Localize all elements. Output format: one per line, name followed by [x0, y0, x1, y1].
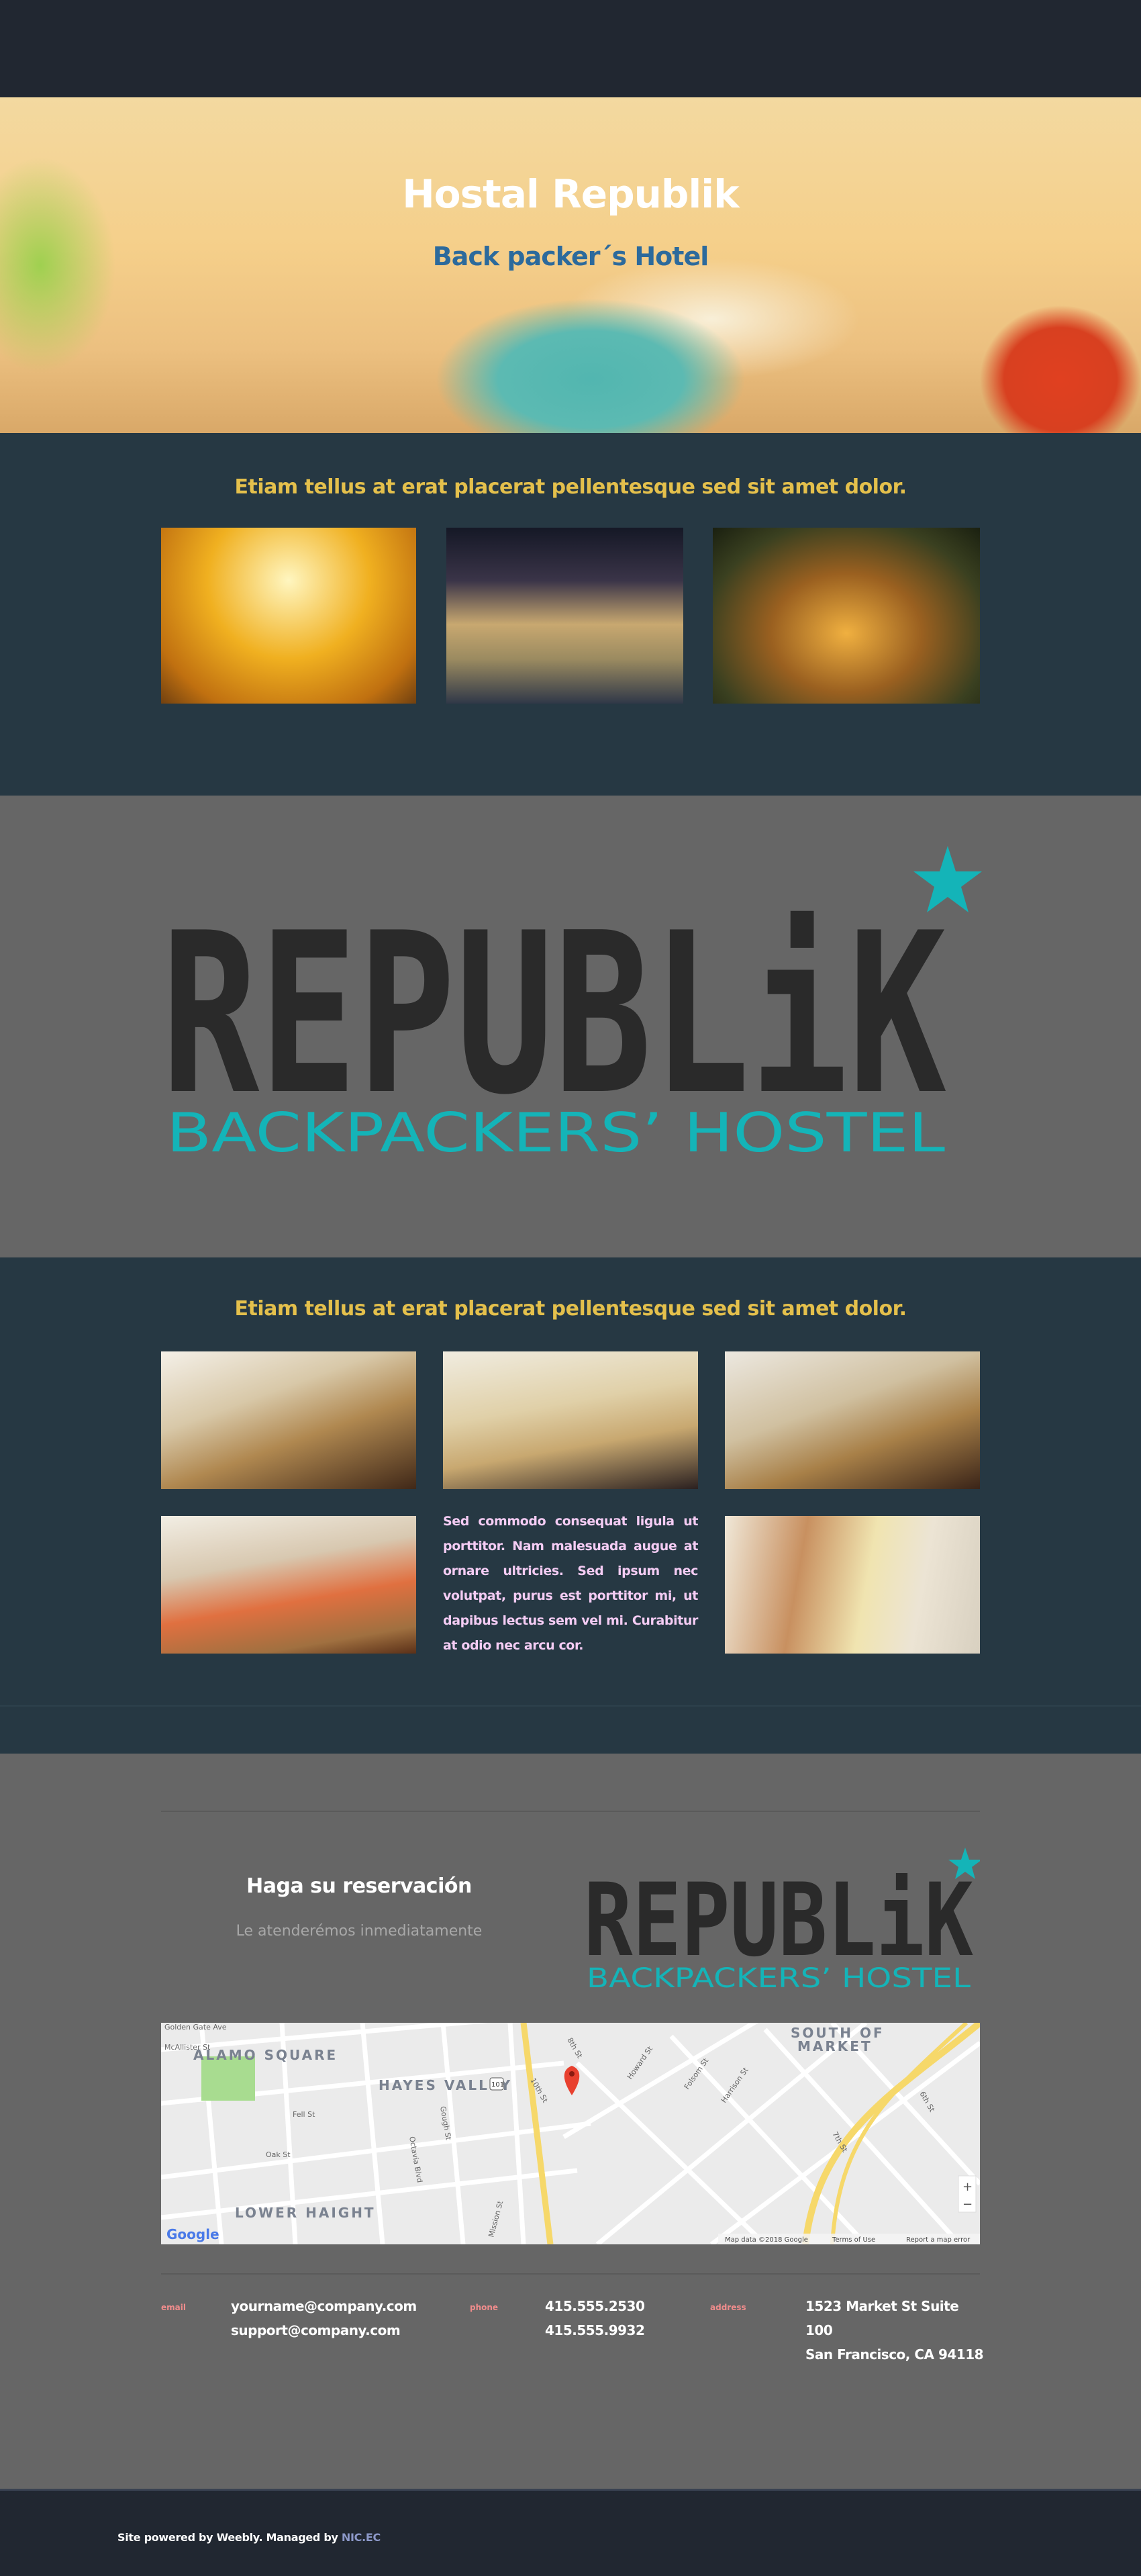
google-logo: Google: [166, 2226, 219, 2242]
logo-section: REPUBLiK BACKPACKERS’ HOSTEL: [0, 796, 1141, 1257]
reservation-title: Haga su reservación: [246, 1874, 472, 1898]
map-label: LOWER HAIGHT: [235, 2205, 376, 2221]
republik-logo: REPUBLiK BACKPACKERS’ HOSTEL: [161, 846, 982, 1164]
address-line: 100: [805, 2322, 833, 2338]
photo-lobby: [161, 528, 416, 704]
map-terms-link[interactable]: Terms of Use: [832, 2236, 875, 2244]
google-map[interactable]: ALAMO SQUARE HAYES VALLEY LOWER HAIGHT S…: [161, 2023, 980, 2244]
address: 1523 Market St Suite 100 San Francisco, …: [805, 2294, 984, 2367]
gallery-section-2: [0, 1257, 1141, 1754]
hero-subtitle: Back packer´s Hotel: [432, 242, 709, 271]
address-label: address: [710, 2303, 746, 2312]
phone-label: phone: [470, 2303, 499, 2312]
map-label: Golden Gate Ave: [164, 2023, 227, 2032]
address-line: San Francisco, CA 94118: [805, 2346, 984, 2363]
divider: [161, 1811, 980, 1812]
top-header-bar: [0, 0, 1141, 97]
map-attribution: Map data ©2018 Google: [725, 2236, 808, 2244]
map-label: ALAMO SQUARE: [193, 2047, 338, 2063]
email-link[interactable]: yourname@company.com: [231, 2294, 417, 2318]
footer-credit: Site powered by Weebly. Managed by NIC.E…: [117, 2531, 381, 2544]
map-label: McAllister St: [164, 2043, 211, 2052]
email-label: email: [161, 2303, 186, 2312]
photo-hallway: [725, 1516, 980, 1654]
highway-shield: 101: [491, 2081, 504, 2089]
email-link[interactable]: support@company.com: [231, 2318, 417, 2342]
map-label: Howard St: [626, 2044, 655, 2081]
zoom-out-button[interactable]: −: [962, 2197, 973, 2211]
logo-wordmark-small: REPUBLiK: [584, 1862, 973, 1979]
photo-room-3: [725, 1351, 980, 1489]
logo-tagline-small: BACKPACKERS’ HOSTEL: [587, 1963, 971, 1994]
photo-room-2: [443, 1351, 698, 1489]
reservation-subtitle: Le atenderémos inmediatamente: [236, 1923, 483, 1940]
photo-courtyard: [713, 528, 980, 704]
map-label: Harrison St: [720, 2066, 750, 2105]
map-label: 8th St: [565, 2036, 584, 2060]
footer-text: Site powered by Weebly. Managed by: [117, 2531, 342, 2544]
map-pin-icon[interactable]: [564, 2066, 580, 2095]
photo-hostel-exterior: [446, 528, 683, 704]
zoom-in-button[interactable]: +: [962, 2180, 973, 2194]
email-list: yourname@company.com support@company.com: [231, 2294, 417, 2342]
map-label: Mission St: [487, 2199, 505, 2238]
map-label: 6th St: [917, 2090, 936, 2114]
map-report-link[interactable]: Report a map error: [906, 2236, 971, 2244]
section1-heading: Etiam tellus at erat placerat pellentesq…: [234, 475, 907, 499]
section-band: [0, 1705, 1141, 1754]
map-label: MARKET: [797, 2038, 873, 2054]
phone-number: 415.555.2530: [545, 2298, 645, 2314]
map-label: Oak St: [266, 2150, 291, 2159]
nic-ec-link[interactable]: NIC.EC: [342, 2531, 381, 2544]
phone-number: 415.555.9932: [545, 2322, 645, 2338]
section2-paragraph: Sed commodo consequat ligula ut porttito…: [443, 1514, 698, 1653]
map-label: Fell St: [293, 2110, 315, 2119]
divider: [161, 2273, 980, 2275]
section2-heading: Etiam tellus at erat placerat pellentesq…: [234, 1297, 907, 1321]
footer: Site powered by Weebly. Managed by NIC.E…: [0, 2489, 1141, 2576]
address-line: 1523 Market St Suite: [805, 2298, 959, 2314]
photo-room-1: [161, 1351, 416, 1489]
hero-title: Hostal Republik: [402, 171, 740, 217]
logo-tagline: BACKPACKERS’ HOSTEL: [166, 1102, 946, 1164]
phone-list: 415.555.2530 415.555.9932: [545, 2294, 645, 2342]
republik-logo-small: REPUBLiK BACKPACKERS’ HOSTEL: [584, 1848, 980, 1994]
photo-room-4: [161, 1516, 416, 1654]
